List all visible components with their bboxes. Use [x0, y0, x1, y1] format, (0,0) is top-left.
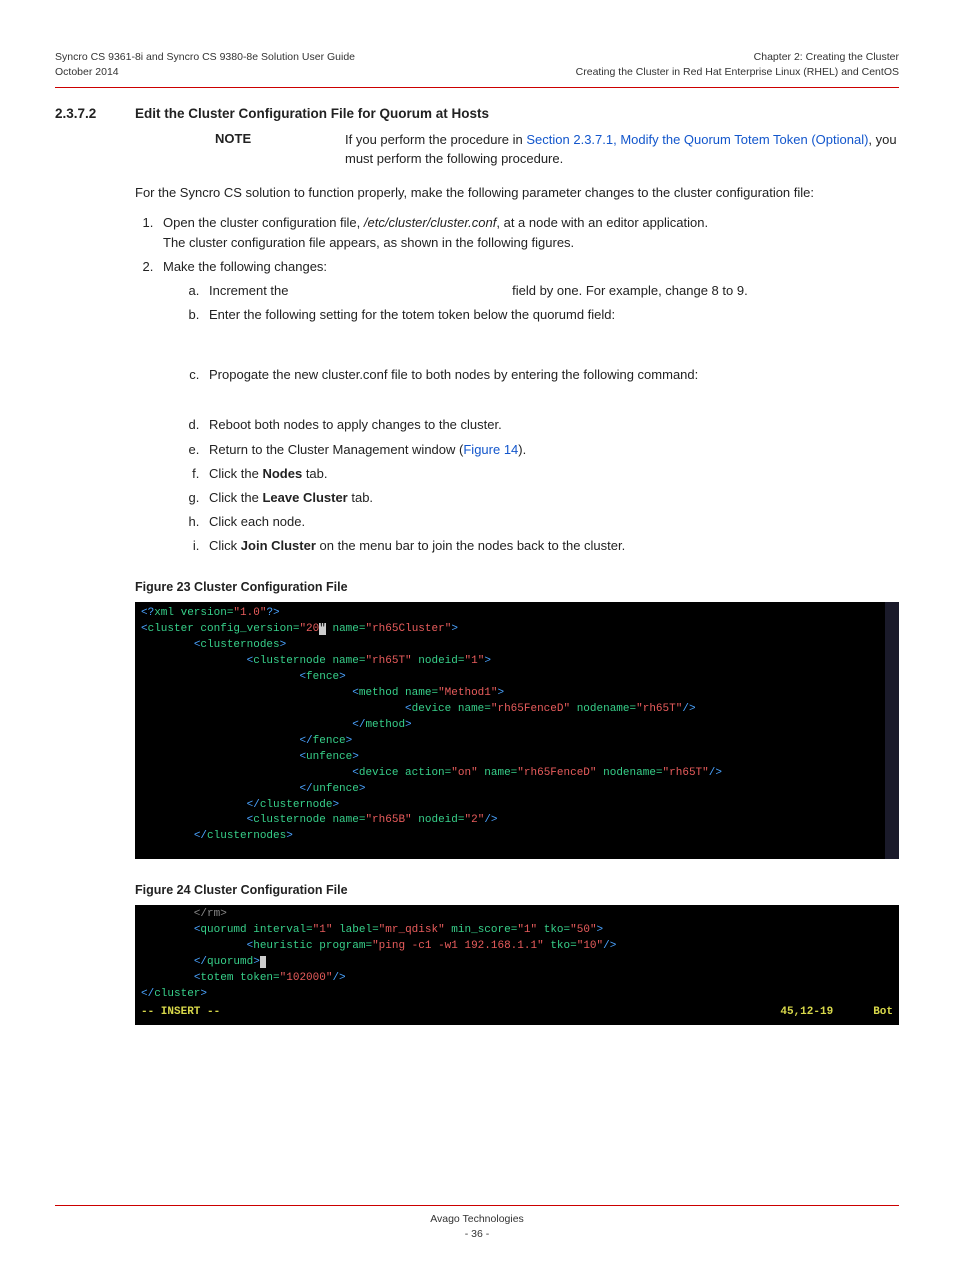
header-rule [55, 87, 899, 88]
sub-i: Click Join Cluster on the menu bar to jo… [203, 536, 899, 556]
sub-f-pre: Click the [209, 466, 262, 481]
sub-e-link[interactable]: Figure 14 [463, 442, 518, 457]
chapter-title: Chapter 2: Creating the Cluster [576, 50, 899, 65]
sub-a: Increment the field by one. For example,… [203, 281, 899, 301]
doc-date: October 2014 [55, 65, 355, 80]
vim-bot: Bot [873, 1005, 893, 1021]
sub-e-pre: Return to the Cluster Management window … [209, 442, 463, 457]
sub-i-post: on the menu bar to join the nodes back t… [316, 538, 625, 553]
step-1-path: /etc/cluster/cluster.conf [364, 215, 496, 230]
figure-23-caption: Figure 23 Cluster Configuration File [135, 580, 899, 594]
figure-24-caption: Figure 24 Cluster Configuration File [135, 883, 899, 897]
sub-e: Return to the Cluster Management window … [203, 440, 899, 460]
intro-text: For the Syncro CS solution to function p… [135, 183, 899, 203]
subchapter-title: Creating the Cluster in Red Hat Enterpri… [576, 65, 899, 80]
sub-a-pre: Increment the [209, 283, 292, 298]
numbered-steps: Open the cluster configuration file, /et… [135, 213, 899, 557]
note-body: If you perform the procedure in Section … [345, 131, 899, 169]
sub-f-bold: Nodes [262, 466, 302, 481]
footer-company: Avago Technologies [55, 1212, 899, 1227]
section-title: Edit the Cluster Configuration File for … [135, 106, 489, 121]
sub-i-bold: Join Cluster [241, 538, 316, 553]
step-2: Make the following changes: Increment th… [157, 257, 899, 556]
sub-f: Click the Nodes tab. [203, 464, 899, 484]
figure-23-terminal: <?xml version="1.0"?> <cluster config_ve… [135, 602, 899, 859]
figure-24-terminal: </rm> <quorumd interval="1" label="mr_qd… [135, 905, 899, 1025]
step-1a: Open the cluster configuration file, [163, 215, 364, 230]
step-1-line2: The cluster configuration file appears, … [163, 233, 899, 253]
step-2-text: Make the following changes: [163, 259, 327, 274]
sub-a-post: field by one. For example, change 8 to 9… [512, 283, 748, 298]
footer-page: - 36 - [55, 1227, 899, 1242]
vim-insert: -- INSERT -- [141, 1005, 220, 1021]
sub-h: Click each node. [203, 512, 899, 532]
page-footer: Avago Technologies - 36 - [55, 1205, 899, 1241]
sub-f-post: tab. [302, 466, 327, 481]
sub-steps: Increment the field by one. For example,… [163, 281, 899, 556]
sub-e-post: ). [518, 442, 526, 457]
sub-c: Propogate the new cluster.conf file to b… [203, 365, 899, 385]
section-number: 2.3.7.2 [55, 106, 135, 121]
doc-title: Syncro CS 9361-8i and Syncro CS 9380-8e … [55, 50, 355, 65]
note-label: NOTE [215, 131, 345, 169]
step-1b: , at a node with an editor application. [496, 215, 708, 230]
sub-g-bold: Leave Cluster [262, 490, 347, 505]
note-pre: If you perform the procedure in [345, 132, 526, 147]
sub-g-pre: Click the [209, 490, 262, 505]
vim-pos: 45,12-19 [780, 1005, 833, 1021]
note-link[interactable]: Section 2.3.7.1, Modify the Quorum Totem… [526, 132, 868, 147]
step-1: Open the cluster configuration file, /et… [157, 213, 899, 253]
sub-b: Enter the following setting for the tote… [203, 305, 899, 325]
sub-g: Click the Leave Cluster tab. [203, 488, 899, 508]
sub-d: Reboot both nodes to apply changes to th… [203, 415, 899, 435]
sub-i-pre: Click [209, 538, 241, 553]
page-header: Syncro CS 9361-8i and Syncro CS 9380-8e … [55, 50, 899, 79]
sub-g-post: tab. [348, 490, 373, 505]
